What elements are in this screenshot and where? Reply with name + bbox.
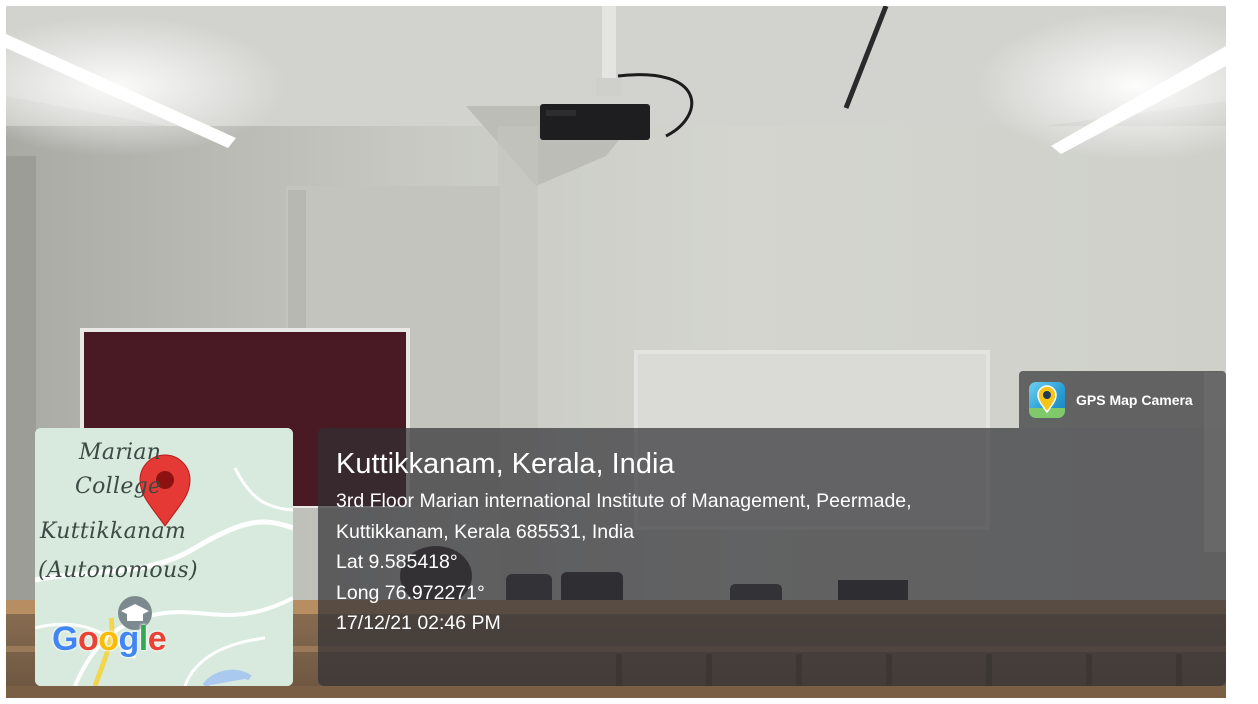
map-label-line-3: Kuttikkanam [40, 519, 187, 544]
gps-map-camera-badge: GPS Map Camera [1019, 371, 1226, 428]
location-map-thumbnail[interactable]: Marian College Kuttikkanam (Autonomous) … [35, 428, 293, 686]
longitude-value: Long 76.972271° [336, 581, 485, 604]
address-line-2: Kuttikkanam, Kerala 685531, India [336, 520, 635, 543]
address-line-1: 3rd Floor Marian international Institute… [336, 490, 912, 512]
app-name-label: GPS Map Camera [1076, 391, 1193, 408]
google-logo: Google [52, 620, 167, 658]
map-label-line-4: (Autonomous) [38, 558, 198, 583]
map-label-line-1: Marian [79, 440, 162, 465]
timestamp-value: 17/12/21 02:46 PM [336, 612, 501, 634]
location-title: Kuttikkanam, Kerala, India [336, 448, 675, 480]
location-info-panel: Kuttikkanam, Kerala, India 3rd Floor Mar… [318, 428, 1226, 686]
map-label-line-2: College [75, 474, 162, 499]
gps-map-camera-app-icon [1029, 381, 1065, 418]
latitude-value: Lat 9.585418° [336, 551, 458, 573]
